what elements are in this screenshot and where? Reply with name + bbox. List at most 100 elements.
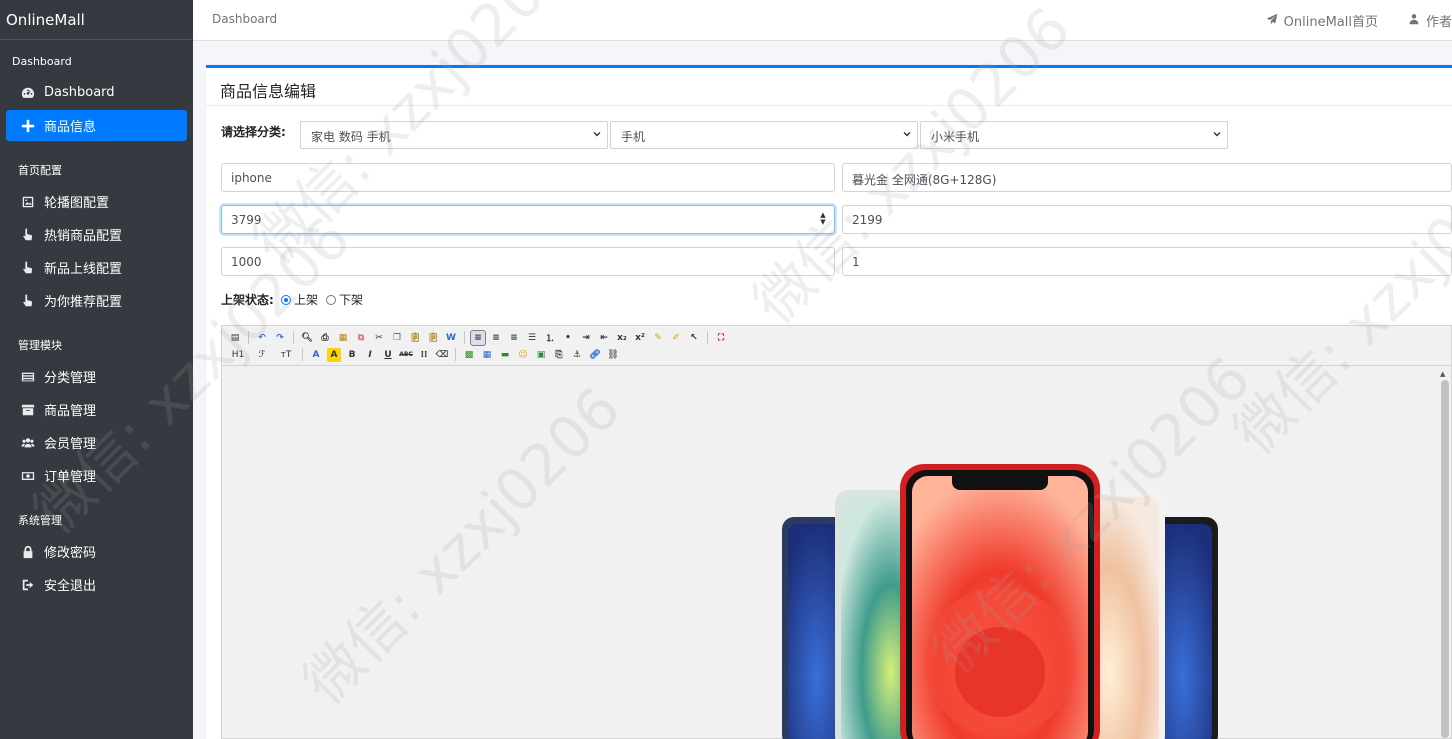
author-link[interactable]: 作者 xyxy=(1426,11,1452,30)
clear-format-icon[interactable]: ✎ xyxy=(651,331,665,345)
preview-icon[interactable]: 🔍︎ xyxy=(300,331,314,345)
cursor-icon[interactable]: ↖ xyxy=(687,331,701,345)
align-center-icon[interactable]: ≡ xyxy=(489,331,503,345)
sidebar-item-hot-goods[interactable]: 热销商品配置 xyxy=(6,219,187,250)
bold-icon[interactable]: B xyxy=(345,348,359,362)
status-on-option[interactable]: 上架 xyxy=(281,291,318,308)
sidebar-item-goods[interactable]: 商品管理 xyxy=(6,394,187,425)
unlink-icon[interactable]: ⛓ xyxy=(606,348,620,362)
font-family-icon[interactable]: ℱ xyxy=(252,348,272,362)
sidebar-item-orders[interactable]: 订单管理 xyxy=(6,460,187,491)
category-level3-select[interactable]: 小米手机 xyxy=(920,121,1228,149)
stock-input[interactable]: 1000 xyxy=(221,247,835,276)
align-justify-icon[interactable]: ☰ xyxy=(525,331,539,345)
superscript-icon[interactable]: x² xyxy=(633,331,647,345)
editor-scrollbar[interactable]: ▲ xyxy=(1437,366,1451,738)
print-icon[interactable]: ⎙ xyxy=(318,331,332,345)
image-upload-icon[interactable]: ▩ xyxy=(462,348,476,362)
status-off-radio[interactable] xyxy=(326,294,336,305)
rich-text-editor: ▤ ↶ ↷ 🔍︎ ⎙ ▦ ⧉ ✂ ❐ 📋︎ 📋︎ W ≡ ≡ ≡ ☰ ⒈ • ⇥… xyxy=(221,325,1452,739)
scroll-thumb[interactable] xyxy=(1441,380,1449,738)
iphone-product-image xyxy=(782,464,1218,739)
eraser-icon[interactable]: ⌫ xyxy=(435,348,449,362)
status-label: 上架状态: xyxy=(221,293,274,307)
strikethrough-icon[interactable]: ABC xyxy=(399,348,413,362)
original-price-input[interactable]: 3799 ▲ ▼ xyxy=(221,205,835,234)
selling-price-input[interactable]: 2199 xyxy=(842,205,1452,234)
table-icon[interactable]: ▦ xyxy=(480,348,494,362)
status-off-option[interactable]: 下架 xyxy=(326,291,363,308)
page-break-icon[interactable]: ⎘ xyxy=(552,348,566,362)
sidebar-item-recommend[interactable]: 为你推荐配置 xyxy=(6,285,187,316)
archive-icon xyxy=(20,402,36,418)
code-icon[interactable]: ⧉ xyxy=(354,331,368,345)
goods-intro-input[interactable]: 暮光金 全网通(8G+128G) xyxy=(842,163,1452,192)
italic-icon[interactable]: I xyxy=(363,348,377,362)
sidebar-item-label: Dashboard xyxy=(44,85,115,100)
sidebar-item-category[interactable]: 分类管理 xyxy=(6,361,187,392)
font-size-icon[interactable]: тT xyxy=(276,348,296,362)
scroll-up-icon[interactable]: ▲ xyxy=(1440,370,1445,378)
paste-word-icon[interactable]: W xyxy=(444,331,458,345)
paste-plain-icon[interactable]: 📋︎ xyxy=(426,331,440,345)
copy-icon[interactable]: ❐ xyxy=(390,331,404,345)
category-level2-select[interactable]: 手机 xyxy=(610,121,918,149)
font-color-icon[interactable]: A xyxy=(309,348,323,362)
input-value: 暮光金 全网通(8G+128G) xyxy=(852,173,997,187)
undo-icon[interactable]: ↶ xyxy=(255,331,269,345)
cut-icon[interactable]: ✂ xyxy=(372,331,386,345)
media-icon[interactable]: ▬ xyxy=(498,348,512,362)
chevron-down-icon xyxy=(903,132,911,137)
chevron-down-icon xyxy=(1213,132,1221,137)
align-right-icon[interactable]: ≡ xyxy=(507,331,521,345)
sidebar-item-change-password[interactable]: 修改密码 xyxy=(6,536,187,567)
align-left-icon[interactable]: ≡ xyxy=(470,329,486,346)
sidebar-item-goods-info[interactable]: 商品信息 xyxy=(6,110,187,141)
paste-icon[interactable]: 📋︎ xyxy=(408,331,422,345)
editor-content-area[interactable]: ▲ xyxy=(222,366,1451,739)
sidebar-item-logout[interactable]: 安全退出 xyxy=(6,569,187,600)
sidebar-item-label: 轮播图配置 xyxy=(44,196,110,211)
sidebar: OnlineMall Dashboard Dashboard 商品信息 首页配置… xyxy=(0,0,193,739)
category-level1-select[interactable]: 家电 数码 手机 xyxy=(300,121,608,149)
number-spinner[interactable]: ▲ ▼ xyxy=(819,212,827,226)
link-icon[interactable]: 🔗︎ xyxy=(588,348,602,362)
nav-header-dashboard: Dashboard xyxy=(12,55,72,68)
subscript-icon[interactable]: x₂ xyxy=(615,331,629,345)
source-icon[interactable]: ▤ xyxy=(228,331,242,345)
indent-icon[interactable]: ⇥ xyxy=(579,331,593,345)
dashboard-icon xyxy=(20,85,36,101)
outdent-icon[interactable]: ⇤ xyxy=(597,331,611,345)
image-icon xyxy=(20,194,36,210)
line-height-icon[interactable]: ⁞⁞ xyxy=(417,348,431,362)
sidebar-item-dashboard[interactable]: Dashboard xyxy=(6,77,187,108)
status-on-radio[interactable] xyxy=(281,294,291,305)
breadcrumb[interactable]: Dashboard xyxy=(212,12,277,26)
sidebar-item-carousel[interactable]: 轮播图配置 xyxy=(6,186,187,217)
input-value: 1 xyxy=(852,255,860,269)
redo-icon[interactable]: ↷ xyxy=(273,331,287,345)
emoticon-icon[interactable]: ☺ xyxy=(516,348,530,362)
mall-home-link[interactable]: OnlineMall首页 xyxy=(1284,11,1378,30)
brand-logo[interactable]: OnlineMall xyxy=(0,0,193,40)
sidebar-item-label: 安全退出 xyxy=(44,579,97,594)
goods-name-input[interactable]: iphone xyxy=(221,163,835,192)
sidebar-item-new-goods[interactable]: 新品上线配置 xyxy=(6,252,187,283)
underline-icon[interactable]: U xyxy=(381,348,395,362)
tag-input[interactable]: 1 xyxy=(842,247,1452,276)
sidebar-item-users[interactable]: 会员管理 xyxy=(6,427,187,458)
toolbar-separator xyxy=(455,348,456,361)
insert-image-icon[interactable]: ▣ xyxy=(534,348,548,362)
sidebar-item-label: 分类管理 xyxy=(44,371,97,386)
heading-icon[interactable]: H1 xyxy=(228,348,248,362)
select-all-icon[interactable]: ✐ xyxy=(669,331,683,345)
template-icon[interactable]: ▦ xyxy=(336,331,350,345)
money-icon xyxy=(20,468,36,484)
highlight-color-icon[interactable]: A xyxy=(327,347,341,362)
ordered-list-icon[interactable]: ⒈ xyxy=(543,331,557,345)
fullscreen-icon[interactable]: ⛶ xyxy=(714,331,728,345)
editor-toolbar: ▤ ↶ ↷ 🔍︎ ⎙ ▦ ⧉ ✂ ❐ 📋︎ 📋︎ W ≡ ≡ ≡ ☰ ⒈ • ⇥… xyxy=(222,326,1451,366)
anchor-icon[interactable]: ⚓ xyxy=(570,348,584,362)
unordered-list-icon[interactable]: • xyxy=(561,331,575,345)
input-value: 3799 xyxy=(231,213,262,227)
